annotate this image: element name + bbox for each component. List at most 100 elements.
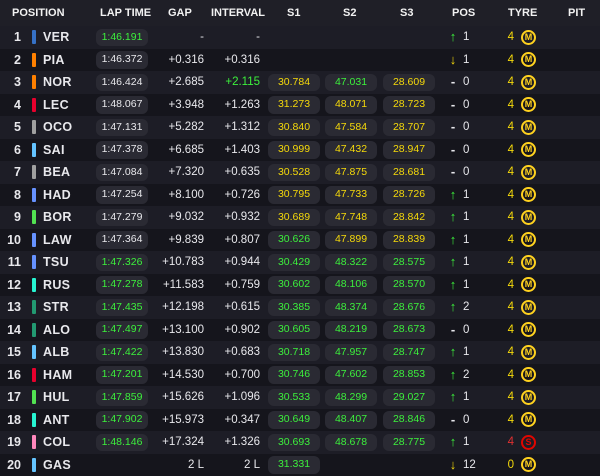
interval-value: +0.683 [224, 346, 261, 358]
tyre-age: 4 [507, 233, 514, 246]
driver-row[interactable]: 14 ALO 1:47.497 +13.100 +0.902 30.605 48.219 28… [0, 318, 600, 342]
header-lap-time[interactable]: LAP TIME [100, 7, 151, 19]
driver-row[interactable]: 19 COL 1:48.146 +17.324 +1.326 30.693 48.678 28… [0, 431, 600, 454]
driver-row[interactable]: 6 SAI 1:47.378 +6.685 +1.403 30.999 47.432 28.9… [0, 138, 600, 162]
sector-3-time [383, 51, 435, 69]
header-interval[interactable]: INTERVAL [211, 7, 265, 19]
position-change: 1 [463, 436, 470, 448]
driver-row[interactable]: 11 TSU 1:47.326 +10.783 +0.944 30.429 48.322 28… [0, 251, 600, 274]
medium-tyre-icon: M [521, 344, 536, 360]
driver-code[interactable]: HAM [43, 364, 72, 387]
lap-time: 1:48.146 [96, 433, 148, 451]
driver-row[interactable]: 16 HAM 1:47.201 +14.530 +0.700 30.746 47.602 28… [0, 363, 600, 387]
medium-tyre-icon: M [521, 74, 536, 90]
header-s1[interactable]: S1 [287, 7, 300, 19]
header-s3[interactable]: S3 [400, 7, 413, 19]
driver-row[interactable]: 4 LEC 1:48.067 +3.948 +1.263 31.273 48.071 28.7… [0, 93, 600, 117]
sector-3-time: 28.853 [383, 366, 435, 384]
driver-row[interactable]: 12 RUS 1:47.278 +11.583 +0.759 30.602 48.106 28… [0, 273, 600, 297]
tyre-age: 4 [507, 76, 514, 88]
driver-row[interactable]: 20 GAS 2 L 2 L 31.331 ↓ 12 0 M [0, 453, 600, 476]
driver-row[interactable]: 15 ALB 1:47.422 +13.830 +0.683 30.718 47.957 28… [0, 341, 600, 364]
header-s2[interactable]: S2 [343, 7, 356, 19]
lap-time: 1:46.372 [96, 51, 148, 69]
sector-2-time: 47.602 [325, 366, 377, 384]
position-number: 11 [7, 255, 21, 269]
interval-value: +2.115 [225, 76, 260, 88]
no-change-icon: - [450, 119, 456, 134]
sector-3-time: 28.609 [383, 73, 435, 91]
tyre-age: 4 [507, 391, 514, 403]
driver-row[interactable]: 1 VER 1:46.191 - - ↑ 1 4 M [0, 26, 600, 49]
driver-row[interactable]: 8 HAD 1:47.254 +8.100 +0.726 30.795 47.733 28.7… [0, 183, 600, 207]
driver-row[interactable]: 13 STR 1:47.435 +12.198 +0.615 30.385 48.374 28… [0, 296, 600, 319]
position-change: 1 [463, 346, 470, 358]
driver-code[interactable]: HUL [43, 386, 70, 409]
driver-row[interactable]: 2 PIA 1:46.372 +0.316 +0.316 ↓ 1 4 M [0, 48, 600, 72]
driver-code[interactable]: STR [43, 296, 69, 319]
position-number: 18 [7, 412, 21, 427]
header-pos[interactable]: POS [452, 7, 475, 19]
lap-time: 1:47.902 [96, 411, 148, 429]
interval-value: +0.700 [224, 368, 261, 381]
driver-row[interactable]: 17 HUL 1:47.859 +15.626 +1.096 30.533 48.299 29… [0, 386, 600, 409]
driver-row[interactable]: 3 NOR 1:46.424 +2.685 +2.115 30.784 47.031 28.6… [0, 71, 600, 94]
sector-1-time: 30.795 [268, 186, 320, 204]
driver-code[interactable]: ANT [43, 409, 70, 432]
driver-code[interactable]: ALB [43, 341, 70, 364]
driver-code[interactable]: BOR [43, 206, 72, 229]
medium-tyre-icon: M [521, 457, 536, 472]
sector-3-time: 28.681 [383, 163, 435, 181]
gap-value: +5.282 [168, 121, 205, 133]
medium-tyre-icon: M [521, 164, 536, 180]
driver-code[interactable]: RUS [43, 274, 70, 297]
driver-row[interactable]: 9 BOR 1:47.279 +9.032 +0.932 30.689 47.748 28.8… [0, 206, 600, 229]
sector-1-time: 30.689 [268, 208, 320, 226]
position-number: 15 [7, 345, 21, 359]
medium-tyre-icon: M [521, 29, 536, 45]
header-gap[interactable]: GAP [168, 7, 192, 19]
sector-2-time: 47.875 [325, 163, 377, 181]
driver-code[interactable]: PIA [43, 49, 65, 72]
sector-3-time: 28.707 [383, 118, 435, 136]
driver-code[interactable]: VER [43, 26, 70, 49]
gap-value: 2 L [188, 458, 204, 471]
gap-value: +10.783 [162, 256, 204, 268]
driver-code[interactable]: TSU [43, 251, 69, 274]
team-color-bar [32, 390, 36, 404]
driver-row[interactable]: 7 BEA 1:47.084 +7.320 +0.635 30.528 47.875 28.6… [0, 161, 600, 184]
driver-code[interactable]: BEA [43, 161, 70, 184]
driver-code[interactable]: HAD [43, 184, 71, 207]
driver-code[interactable]: COL [43, 431, 70, 454]
driver-code[interactable]: LEC [43, 94, 69, 117]
interval-value: +0.932 [224, 211, 261, 223]
sector-2-time: 48.407 [325, 411, 377, 429]
driver-row[interactable]: 10 LAW 1:47.364 +9.839 +0.807 30.626 47.899 28.… [0, 228, 600, 252]
driver-row[interactable]: 5 OCO 1:47.131 +5.282 +1.312 30.840 47.584 28.7… [0, 116, 600, 139]
lap-time: 1:47.364 [96, 231, 148, 249]
driver-code[interactable]: ALO [43, 319, 70, 342]
driver-code[interactable]: NOR [43, 71, 72, 94]
header-tyre[interactable]: TYRE [508, 7, 537, 19]
team-color-bar [32, 345, 36, 359]
position-number: 1 [14, 30, 21, 44]
driver-row[interactable]: 18 ANT 1:47.902 +15.973 +0.347 30.649 48.407 28… [0, 408, 600, 432]
medium-tyre-icon: M [521, 232, 536, 247]
sector-2-time: 48.071 [325, 96, 377, 114]
header-position[interactable]: POSITION [12, 7, 65, 19]
medium-tyre-icon: M [521, 367, 536, 382]
driver-code[interactable]: GAS [43, 454, 71, 476]
position-change: 0 [463, 413, 470, 426]
position-change: 0 [463, 121, 470, 133]
position-change: 1 [463, 278, 470, 291]
sector-3-time: 28.947 [383, 141, 435, 159]
team-color-bar [32, 367, 36, 382]
header-pit[interactable]: PIT [568, 7, 585, 19]
tyre-age: 4 [507, 323, 514, 336]
driver-code[interactable]: SAI [43, 139, 65, 162]
sector-3-time: 28.723 [383, 96, 435, 114]
arrow-up-icon: ↑ [449, 434, 457, 449]
driver-code[interactable]: LAW [43, 229, 72, 252]
driver-code[interactable]: OCO [43, 116, 72, 139]
lap-time: 1:47.378 [96, 141, 148, 159]
